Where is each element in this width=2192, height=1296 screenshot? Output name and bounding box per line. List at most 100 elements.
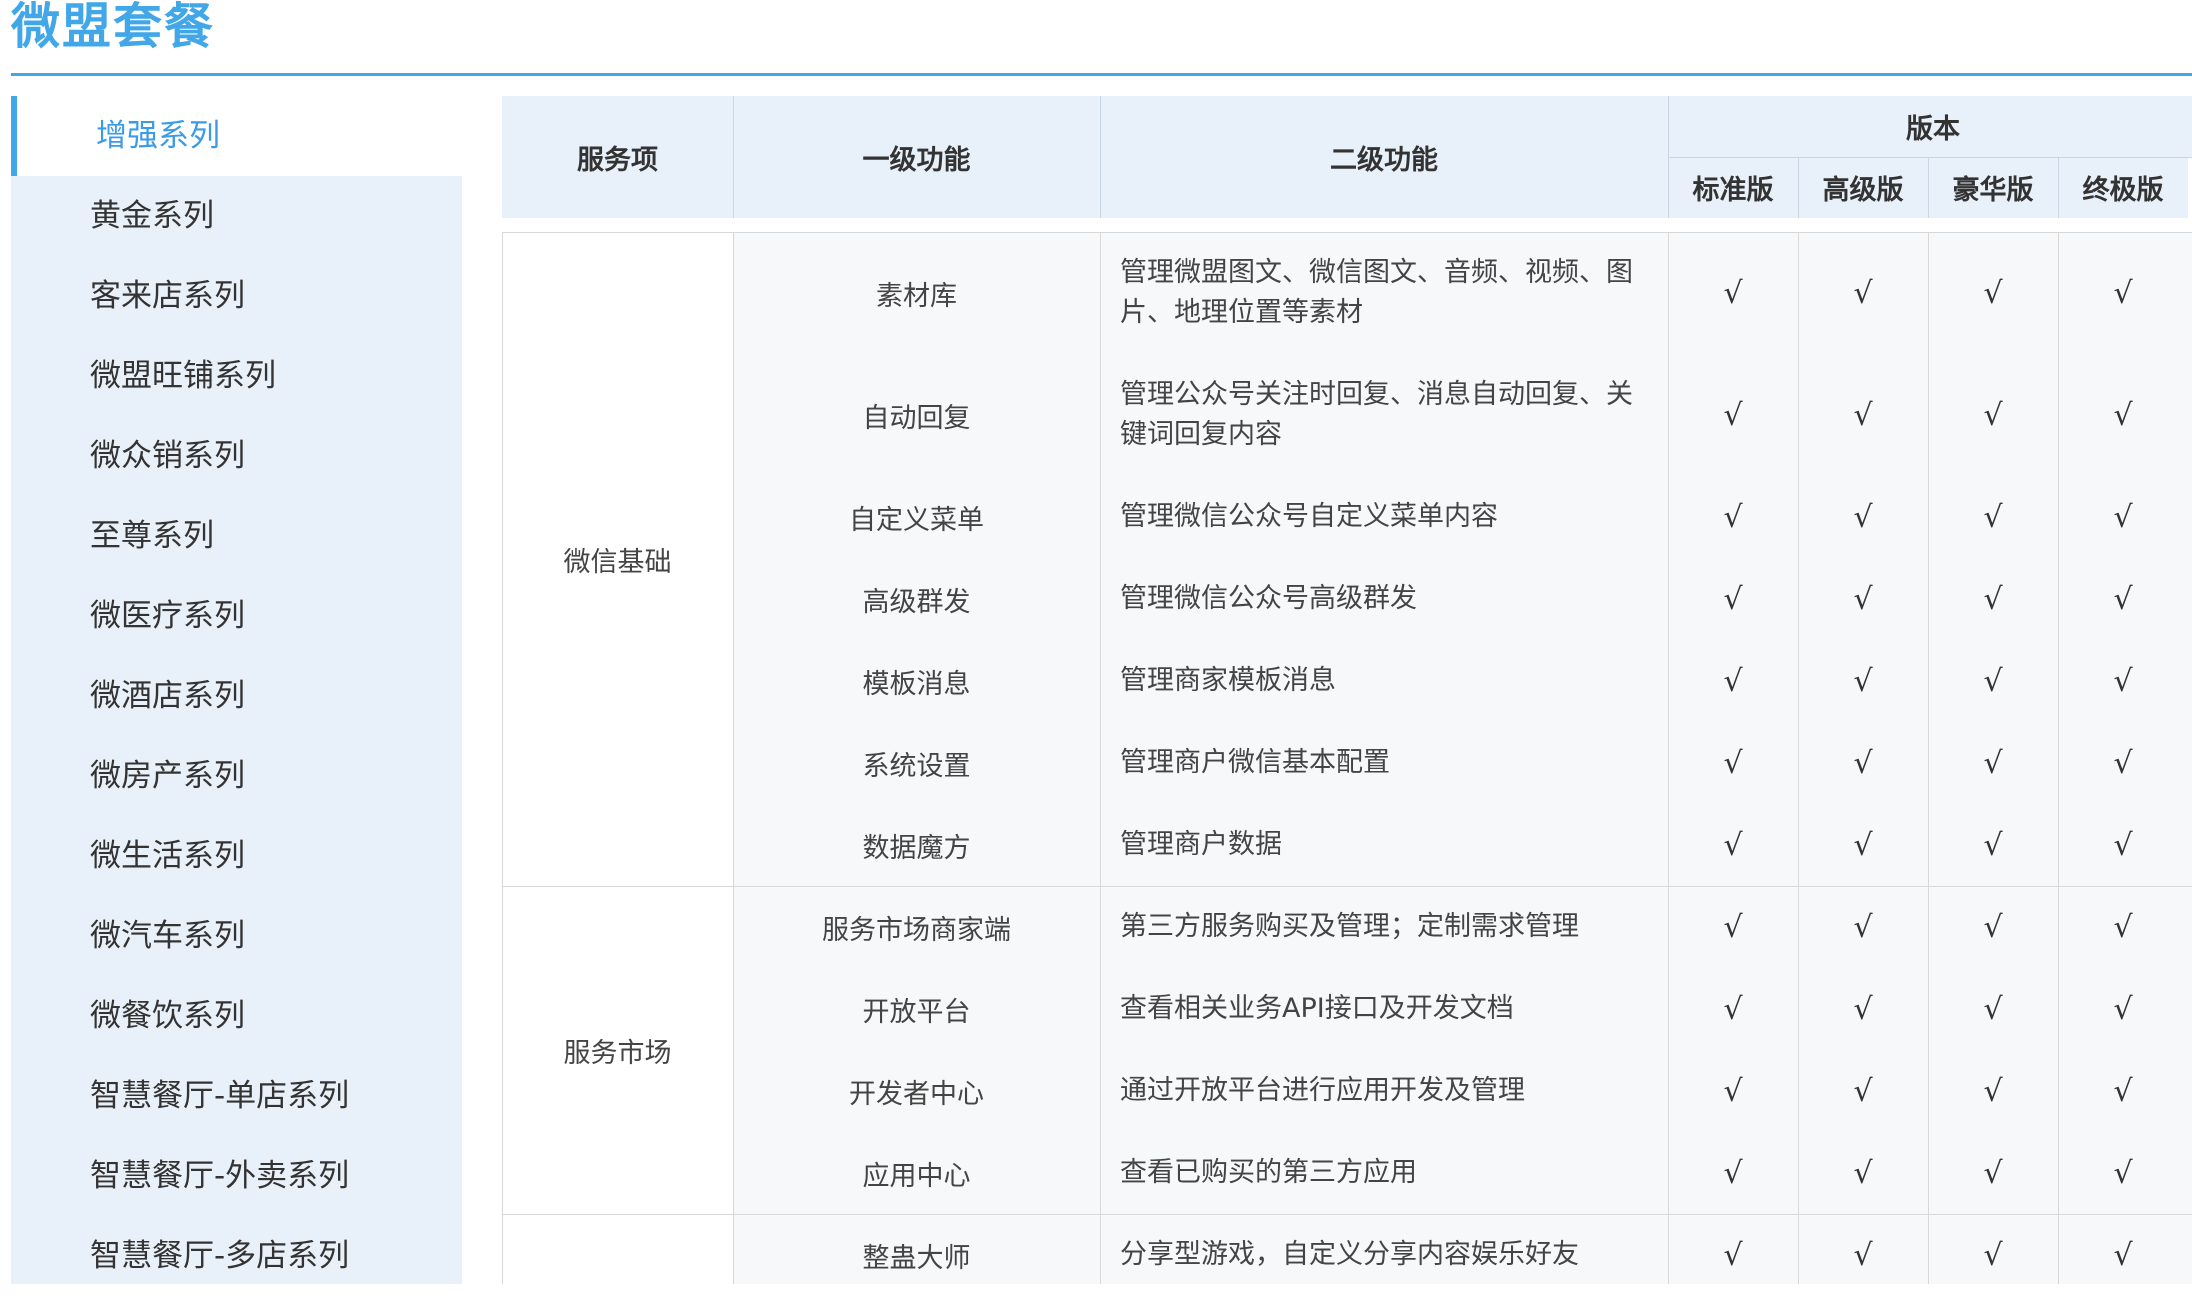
check-mark: √ (1983, 827, 2003, 863)
sidebar-item-13[interactable]: 智慧餐厅-外卖系列 (11, 1136, 462, 1216)
check-mark: √ (2113, 991, 2133, 1027)
check-mark: √ (1853, 499, 1873, 535)
check-mark: √ (1723, 991, 1743, 1027)
cell-level1: 开放平台 (862, 996, 971, 1028)
check-mark: √ (2113, 499, 2133, 535)
check-mark: √ (2113, 827, 2133, 863)
check-mark: √ (1853, 397, 1873, 433)
sidebar: 增强系列 黄金系列 客来店系列 微盟旺铺系列 微众销系列 至尊系列 微医疗系列 微酒店系列 微房… (11, 96, 462, 1284)
cell-service: 微信基础 (563, 546, 672, 578)
check-mark: √ (1983, 397, 2003, 433)
column-divider (1100, 232, 1101, 1284)
header-level1: 一级功能 (733, 96, 1100, 218)
header-divider-h (1668, 157, 2192, 158)
check-mark: √ (1723, 827, 1743, 863)
check-mark: √ (2113, 1073, 2133, 1109)
column-divider (1928, 232, 1929, 1284)
check-mark: √ (1723, 397, 1743, 433)
sidebar-item-6[interactable]: 微医疗系列 (11, 576, 462, 656)
sidebar-item-1[interactable]: 黄金系列 (11, 176, 462, 256)
cell-level1: 系统设置 (862, 750, 971, 782)
sidebar-item-2[interactable]: 客来店系列 (11, 256, 462, 336)
cell-level1: 数据魔方 (862, 832, 971, 864)
package-table: 服务项 一级功能 二级功能 版本 标准版 高级版 豪华版 终极版 素材库 管理微盟图文、微信图文、… (502, 96, 2192, 1284)
cell-level2: 管理微盟图文、微信图文、音频、视频、图片、地理位置等素材 (1120, 257, 1633, 328)
column-divider (1668, 232, 1669, 1284)
group-divider (502, 232, 2192, 233)
check-mark: √ (1723, 909, 1743, 945)
header-divider-v (1928, 157, 1929, 218)
check-mark: √ (1983, 1237, 2003, 1273)
check-mark: √ (1723, 1155, 1743, 1191)
check-mark: √ (1853, 275, 1873, 311)
check-mark: √ (1983, 991, 2003, 1027)
cell-level1: 服务市场商家端 (822, 914, 1011, 946)
check-mark: √ (2113, 663, 2133, 699)
cell-level2: 管理微信公众号高级群发 (1120, 583, 1417, 614)
check-mark: √ (1853, 663, 1873, 699)
sidebar-item-11[interactable]: 微餐饮系列 (11, 976, 462, 1056)
check-mark: √ (1983, 909, 2003, 945)
check-mark: √ (1853, 827, 1873, 863)
page-title: 微盟套餐 (11, 0, 216, 55)
title-divider (11, 73, 2192, 76)
header-divider-v (2058, 157, 2059, 218)
check-mark: √ (1983, 1073, 2003, 1109)
column-divider (2058, 232, 2059, 1284)
header-divider-v (733, 96, 734, 218)
sidebar-item-12[interactable]: 智慧餐厅-单店系列 (11, 1056, 462, 1136)
check-mark: √ (1983, 499, 2003, 535)
sidebar-item-3[interactable]: 微盟旺铺系列 (11, 336, 462, 416)
check-mark: √ (1723, 581, 1743, 617)
check-mark: √ (1983, 581, 2003, 617)
sidebar-item-5[interactable]: 至尊系列 (11, 496, 462, 576)
cell-level1: 高级群发 (862, 586, 971, 618)
check-mark: √ (1983, 745, 2003, 781)
check-mark: √ (2113, 1237, 2133, 1273)
header-service: 服务项 (502, 96, 733, 218)
check-mark: √ (1983, 1155, 2003, 1191)
cell-level2: 分享型游戏，自定义分享内容娱乐好友 (1120, 1239, 1579, 1270)
header-version-1: 高级版 (1798, 157, 1928, 218)
column-divider (733, 232, 734, 1284)
check-mark: √ (1723, 1073, 1743, 1109)
sidebar-item-9[interactable]: 微生活系列 (11, 816, 462, 896)
column-divider (502, 232, 503, 1284)
check-mark: √ (1983, 663, 2003, 699)
cell-level2: 查看已购买的第三方应用 (1120, 1157, 1417, 1188)
check-mark: √ (2113, 581, 2133, 617)
sidebar-item-8[interactable]: 微房产系列 (11, 736, 462, 816)
cell-level1: 整蛊大师 (862, 1242, 971, 1274)
check-mark: √ (1853, 1237, 1873, 1273)
cell-service (502, 1214, 733, 1284)
cell-level2: 管理微信公众号自定义菜单内容 (1120, 501, 1498, 532)
check-mark: √ (1723, 663, 1743, 699)
sidebar-item-4[interactable]: 微众销系列 (11, 416, 462, 496)
check-mark: √ (1723, 275, 1743, 311)
sidebar-item-10[interactable]: 微汽车系列 (11, 896, 462, 976)
check-mark: √ (1723, 499, 1743, 535)
cell-level2: 管理商户数据 (1120, 829, 1282, 860)
check-mark: √ (1853, 1073, 1873, 1109)
sidebar-item-0[interactable]: 增强系列 (11, 96, 462, 176)
header-version-0: 标准版 (1668, 157, 1798, 218)
group-divider (502, 886, 2192, 887)
cell-level1: 素材库 (876, 280, 957, 312)
check-mark: √ (2113, 745, 2133, 781)
cell-level1: 自定义菜单 (849, 504, 984, 536)
header-level2: 二级功能 (1100, 96, 1668, 218)
sidebar-item-14[interactable]: 智慧餐厅-多店系列 (11, 1216, 462, 1296)
check-mark: √ (1983, 275, 2003, 311)
check-mark: √ (1853, 1155, 1873, 1191)
check-mark: √ (1853, 581, 1873, 617)
sidebar-item-7[interactable]: 微酒店系列 (11, 656, 462, 736)
check-mark: √ (2113, 909, 2133, 945)
header-version-3: 终极版 (2058, 157, 2188, 218)
check-mark: √ (1723, 745, 1743, 781)
check-mark: √ (1723, 1237, 1743, 1273)
check-mark: √ (1853, 991, 1873, 1027)
cell-level1: 开发者中心 (849, 1078, 984, 1110)
header-version-2: 豪华版 (1928, 157, 2058, 218)
cell-level1: 模板消息 (862, 668, 971, 700)
column-divider (1798, 232, 1799, 1284)
